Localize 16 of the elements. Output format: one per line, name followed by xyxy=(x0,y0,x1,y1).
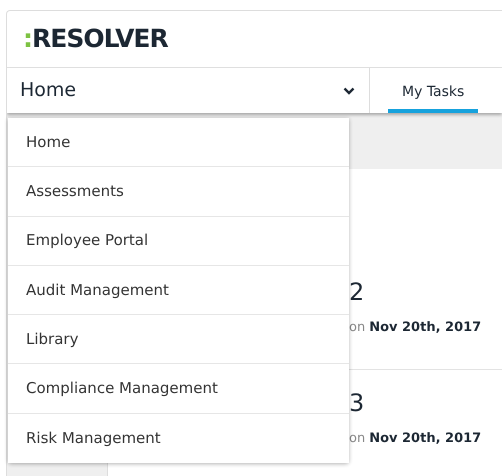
assigned-label: on xyxy=(349,430,366,448)
resolver-logo: :RESOLVER xyxy=(23,23,168,56)
menu-item[interactable]: Assessments xyxy=(8,167,349,217)
menu-item[interactable]: Home xyxy=(8,118,349,168)
assigned-label: on xyxy=(349,319,366,338)
menu-item[interactable]: Audit Management xyxy=(8,266,349,316)
nav-dropdown[interactable]: Home xyxy=(7,68,370,113)
menu-item[interactable]: Risk Management xyxy=(8,414,349,464)
assigned-date: Nov 20th, 2017 xyxy=(369,319,482,338)
chevron-down-icon xyxy=(343,86,355,94)
assigned-date: Nov 20th, 2017 xyxy=(369,430,482,448)
menu-item[interactable]: Compliance Management xyxy=(8,364,349,414)
task-title[interactable]: 2 xyxy=(349,280,502,304)
menu-item[interactable]: Employee Portal xyxy=(8,216,349,266)
task-title[interactable]: 3 xyxy=(349,391,502,416)
menu-item[interactable]: Library xyxy=(8,315,349,364)
